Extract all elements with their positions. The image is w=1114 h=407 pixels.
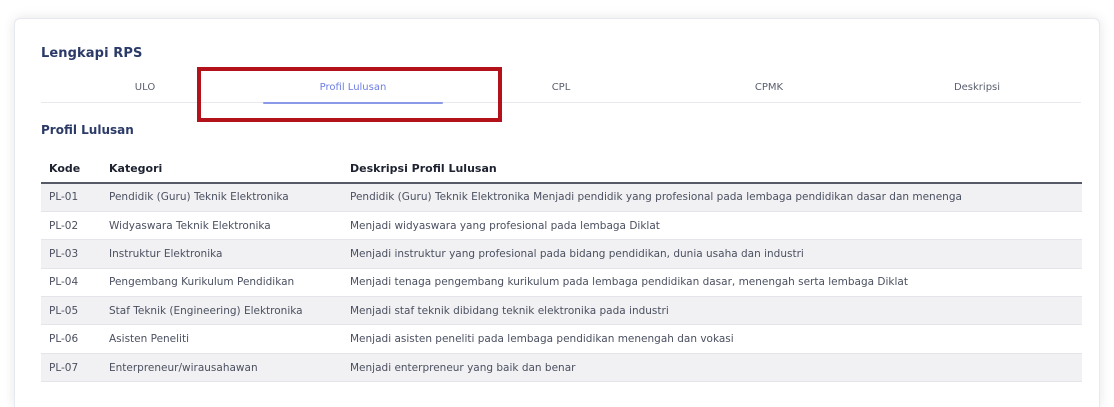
column-header-kategori: Kategori <box>101 155 342 184</box>
cell-kode: PL-05 <box>41 296 101 326</box>
cell-kategori: Instruktur Elektronika <box>101 239 342 269</box>
cell-kode: PL-01 <box>41 183 101 212</box>
cell-deskripsi: Menjadi tenaga pengembang kurikulum pada… <box>342 268 1082 298</box>
cell-deskripsi: Menjadi staf teknik dibidang teknik elek… <box>342 296 1082 326</box>
cell-kode: PL-07 <box>41 353 101 383</box>
cell-kategori: Pendidik (Guru) Teknik Elektronika <box>101 183 342 212</box>
cell-kode: PL-02 <box>41 211 101 241</box>
table-row: PL-06 Asisten Peneliti Menjadi asisten p… <box>41 324 1082 354</box>
cell-deskripsi: Menjadi instruktur yang profesional pada… <box>342 239 1082 269</box>
tab-deskripsi[interactable]: Deskripsi <box>873 79 1081 102</box>
tab-cpl[interactable]: CPL <box>457 79 665 102</box>
table-row: PL-04 Pengembang Kurikulum Pendidikan Me… <box>41 268 1082 298</box>
card-title: Lengkapi RPS <box>41 46 143 61</box>
table-header-row: Kode Kategori Deskripsi Profil Lulusan <box>41 155 1082 184</box>
tab-profil-lulusan[interactable]: Profil Lulusan <box>249 79 457 104</box>
cell-kode: PL-04 <box>41 268 101 298</box>
table-row: PL-03 Instruktur Elektronika Menjadi ins… <box>41 239 1082 269</box>
tab-bar: ULO Profil Lulusan CPL CPMK Deskripsi <box>41 79 1081 104</box>
column-header-deskripsi: Deskripsi Profil Lulusan <box>342 155 1082 184</box>
column-header-kode: Kode <box>41 155 101 184</box>
cell-kode: PL-06 <box>41 324 101 354</box>
cell-kategori: Pengembang Kurikulum Pendidikan <box>101 268 342 298</box>
tab-cpmk[interactable]: CPMK <box>665 79 873 102</box>
cell-kode: PL-03 <box>41 239 101 269</box>
section-title: Profil Lulusan <box>41 123 134 137</box>
table-row: PL-05 Staf Teknik (Engineering) Elektron… <box>41 296 1082 326</box>
cell-kategori: Enterpreneur/wirausahawan <box>101 353 342 383</box>
table-row: PL-07 Enterpreneur/wirausahawan Menjadi … <box>41 353 1082 383</box>
table-row: PL-02 Widyaswara Teknik Elektronika Menj… <box>41 211 1082 241</box>
cell-kategori: Asisten Peneliti <box>101 324 342 354</box>
cell-kategori: Widyaswara Teknik Elektronika <box>101 211 342 241</box>
cell-deskripsi: Menjadi asisten peneliti pada lembaga pe… <box>342 324 1082 354</box>
cell-deskripsi: Menjadi enterpreneur yang baik dan benar <box>342 353 1082 383</box>
table-row: PL-01 Pendidik (Guru) Teknik Elektronika… <box>41 183 1082 212</box>
tab-ulo[interactable]: ULO <box>41 79 249 102</box>
profil-lulusan-table: Kode Kategori Deskripsi Profil Lulusan P… <box>41 155 1082 383</box>
rps-card: Lengkapi RPS ULO Profil Lulusan CPL CPMK… <box>14 18 1100 407</box>
cell-deskripsi: Menjadi widyaswara yang profesional pada… <box>342 211 1082 241</box>
cell-kategori: Staf Teknik (Engineering) Elektronika <box>101 296 342 326</box>
cell-deskripsi: Pendidik (Guru) Teknik Elektronika Menja… <box>342 183 1082 212</box>
